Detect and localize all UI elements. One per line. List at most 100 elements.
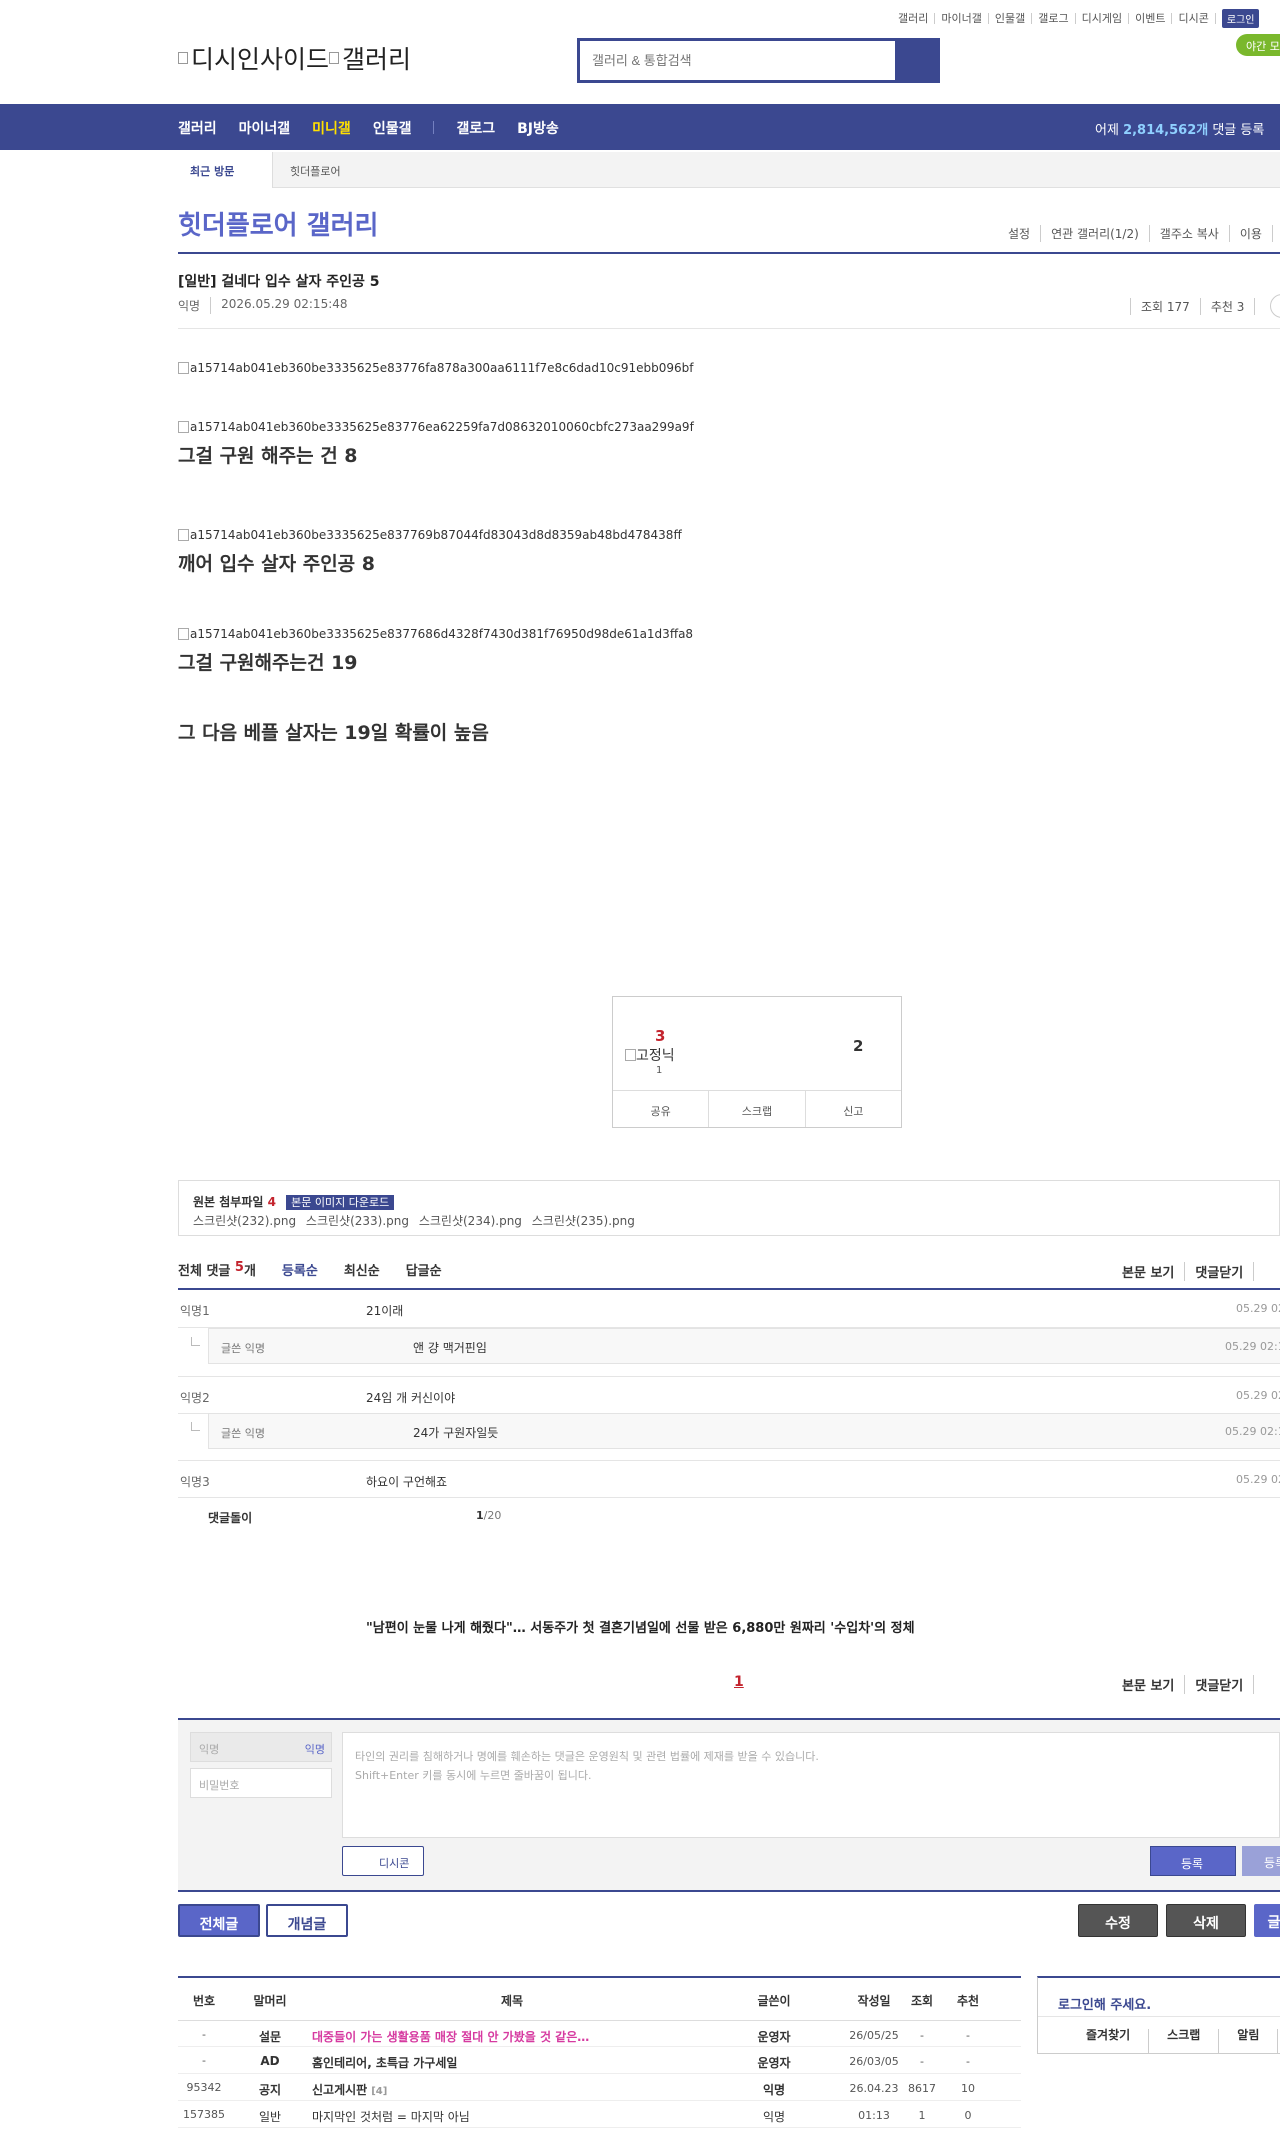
post-image[interactable]: a15714ab041eb360be3335625e83776ea62259fa…: [178, 420, 694, 434]
top-link-person[interactable]: 인물갤: [989, 13, 1033, 24]
write-button[interactable]: 글: [1254, 1904, 1280, 1937]
top-link-dccon[interactable]: 디시콘: [1172, 13, 1216, 24]
search-button[interactable]: [895, 41, 937, 80]
attachments-header: 원본 첨부파일 4 본문 이미지 다운로드: [193, 1193, 395, 1210]
post-text-line: 그걸 구원 해주는 건 8: [178, 445, 358, 467]
sort-newest[interactable]: 최신순: [344, 1260, 380, 1279]
top-link-game[interactable]: 디시게임: [1076, 13, 1130, 24]
view-post-link[interactable]: 본문 보기: [1122, 1262, 1186, 1281]
gallery-option-settings[interactable]: 설정: [1008, 225, 1042, 242]
nav-gallog[interactable]: 갤로그: [456, 118, 495, 138]
comment-text: 24가 구원자일듯: [413, 1426, 499, 1440]
col-rec[interactable]: 추천: [948, 1992, 988, 2009]
list-row-title[interactable]: 마지막인 것처럼 = 마지막 아님: [312, 2108, 470, 2125]
attachment-file[interactable]: 스크린샷(234).png: [419, 1214, 522, 1228]
news-link[interactable]: "남편이 눈물 나게 해줬다"… 서동주가 첫 결혼기념일에 선물 받은 6,8…: [366, 1617, 915, 1636]
recent-visit-item[interactable]: 힛더플로어: [290, 163, 341, 179]
reply-arrow-icon: [191, 1337, 200, 1346]
post-image[interactable]: a15714ab041eb360be3335625e8377686d4328f7…: [178, 627, 693, 641]
view-post-link[interactable]: 본문 보기: [1122, 1675, 1186, 1694]
comment-header: 전체 댓글 5개 등록순 최신순 답글순: [178, 1260, 442, 1279]
scrap-link[interactable]: 스크랩: [1149, 2029, 1220, 2054]
share-button[interactable]: 공유: [613, 1091, 710, 1127]
gallery-title[interactable]: 힛더플로어 갤러리: [178, 205, 378, 242]
scrap-button[interactable]: 스크랩: [709, 1091, 806, 1127]
list-row-title[interactable]: 신고게시판 [4]: [312, 2081, 387, 2098]
top-link-event[interactable]: 이벤트: [1129, 13, 1173, 24]
sort-oldest[interactable]: 등록순: [282, 1260, 318, 1279]
post-image[interactable]: a15714ab041eb360be3335625e837769b87044fd…: [178, 528, 682, 542]
comment-row: 익명3 하요이 구언해죠 05.29 02: [178, 1460, 1280, 1498]
night-mode-button[interactable]: 야간 모: [1236, 34, 1280, 56]
col-views[interactable]: 조회: [902, 1992, 942, 2009]
comment-page-1[interactable]: 1: [734, 1674, 744, 1690]
login-prompt[interactable]: 로그인해 주세요.: [1058, 1994, 1151, 2013]
top-link-gallog[interactable]: 갤로그: [1032, 13, 1076, 24]
comment-count: 5: [234, 1260, 244, 1275]
gallery-option-copy-url[interactable]: 갤주소 복사: [1150, 225, 1230, 242]
comment-bot-page[interactable]: 1/20: [476, 1509, 501, 1522]
dccon-button[interactable]: 디시콘: [342, 1846, 424, 1876]
list-row-title[interactable]: 대중들이 가는 생활용품 매장 절대 안 가봤을 것 같은…: [312, 2028, 589, 2045]
comment-nick[interactable]: 글쓴 익명: [221, 1425, 265, 1441]
comment-date: 05.29 02:1: [1225, 1425, 1280, 1438]
nav-bj[interactable]: BJ방송: [517, 118, 559, 138]
comment-bot-label: 댓글돌이: [208, 1511, 253, 1525]
comment-nick[interactable]: 익명1: [180, 1302, 210, 1319]
gallery-option-usage[interactable]: 이용: [1230, 225, 1273, 242]
post-text-line: 깨어 입수 살자 주인공 8: [178, 553, 375, 575]
list-row-title[interactable]: 홈인테리어, 초특급 가구세일: [312, 2054, 457, 2071]
comment-nick[interactable]: 익명2: [180, 1389, 210, 1406]
concept-posts-button[interactable]: 개념글: [266, 1904, 348, 1937]
attachment-file[interactable]: 스크린샷(232).png: [193, 1214, 296, 1228]
nav-person[interactable]: 인물갤: [373, 118, 412, 138]
favorites-link[interactable]: 즐겨찾기: [1038, 2029, 1150, 2054]
list-row: 157385 일반 마지막인 것처럼 = 마지막 아님 익명 01:13 1 0: [178, 2101, 1021, 2128]
notifications-link[interactable]: 알림: [1219, 2029, 1279, 2054]
broken-image-icon: [178, 628, 189, 640]
nick-input[interactable]: 익명 익명: [190, 1732, 332, 1762]
login-button[interactable]: 로그인: [1221, 9, 1260, 28]
recommend-up-count[interactable]: 3: [655, 1027, 665, 1045]
close-comments-link[interactable]: 댓글닫기: [1185, 1675, 1255, 1694]
comment-textarea[interactable]: 타인의 권리를 침해하거나 명예를 훼손하는 댓글은 운영원칙 및 관련 법률에…: [342, 1732, 1280, 1838]
comment-nick[interactable]: 글쓴 익명: [221, 1340, 265, 1356]
submit-button[interactable]: 등록: [1150, 1846, 1236, 1876]
download-images-button[interactable]: 본문 이미지 다운로드: [286, 1195, 395, 1210]
gallery-option-related[interactable]: 연관 갤러리(1/2): [1041, 225, 1150, 242]
all-posts-button[interactable]: 전체글: [178, 1904, 260, 1937]
reply-count: [4]: [371, 2086, 388, 2097]
broken-image-icon: [329, 52, 340, 64]
password-input[interactable]: 비밀번호: [190, 1768, 332, 1798]
nav-minor[interactable]: 마이너갤: [239, 118, 291, 138]
sort-replies[interactable]: 답글순: [406, 1260, 442, 1279]
divider: [178, 1976, 1021, 1978]
close-comments-link[interactable]: 댓글닫기: [1185, 1262, 1255, 1281]
post-stats: 조회 177 추천 3: [1130, 298, 1275, 315]
nav-mini[interactable]: 미니갤: [312, 118, 351, 138]
top-link-minor[interactable]: 마이너갤: [935, 13, 989, 24]
attachment-file[interactable]: 스크린샷(235).png: [532, 1214, 635, 1228]
post-writer[interactable]: 익명: [178, 297, 212, 314]
broken-image-icon: [178, 529, 189, 541]
search-input[interactable]: [580, 41, 895, 80]
delete-button[interactable]: 삭제: [1166, 1904, 1246, 1937]
comment-stat: 어제 2,814,562개 댓글 등록: [1095, 123, 1265, 138]
col-head[interactable]: 말머리: [230, 1992, 310, 2009]
comment-nick[interactable]: 익명3: [180, 1473, 210, 1490]
logo[interactable]: 디시인사이드 갤러리: [178, 40, 411, 76]
recommend-down-count[interactable]: 2: [853, 1037, 863, 1055]
submit-recommend-button[interactable]: 등록: [1242, 1846, 1280, 1876]
nav-gallery[interactable]: 갤러리: [178, 118, 217, 138]
post-text-line: 그 다음 베플 살자는 19일 확률이 높음: [178, 722, 489, 744]
attachment-file[interactable]: 스크린샷(233).png: [306, 1214, 409, 1228]
top-link-gallery[interactable]: 갤러리: [892, 13, 936, 24]
recent-visit-bar: 최근 방문 힛더플로어: [178, 152, 1280, 188]
comment-date: 05.29 02:1: [1225, 1340, 1280, 1353]
post-image[interactable]: a15714ab041eb360be3335625e83776fa878a300…: [178, 361, 694, 375]
nav-divider: [433, 121, 435, 134]
divider: [178, 252, 1280, 254]
broken-image-icon: [178, 52, 188, 64]
edit-button[interactable]: 수정: [1078, 1904, 1158, 1937]
report-button[interactable]: 신고: [806, 1091, 901, 1127]
